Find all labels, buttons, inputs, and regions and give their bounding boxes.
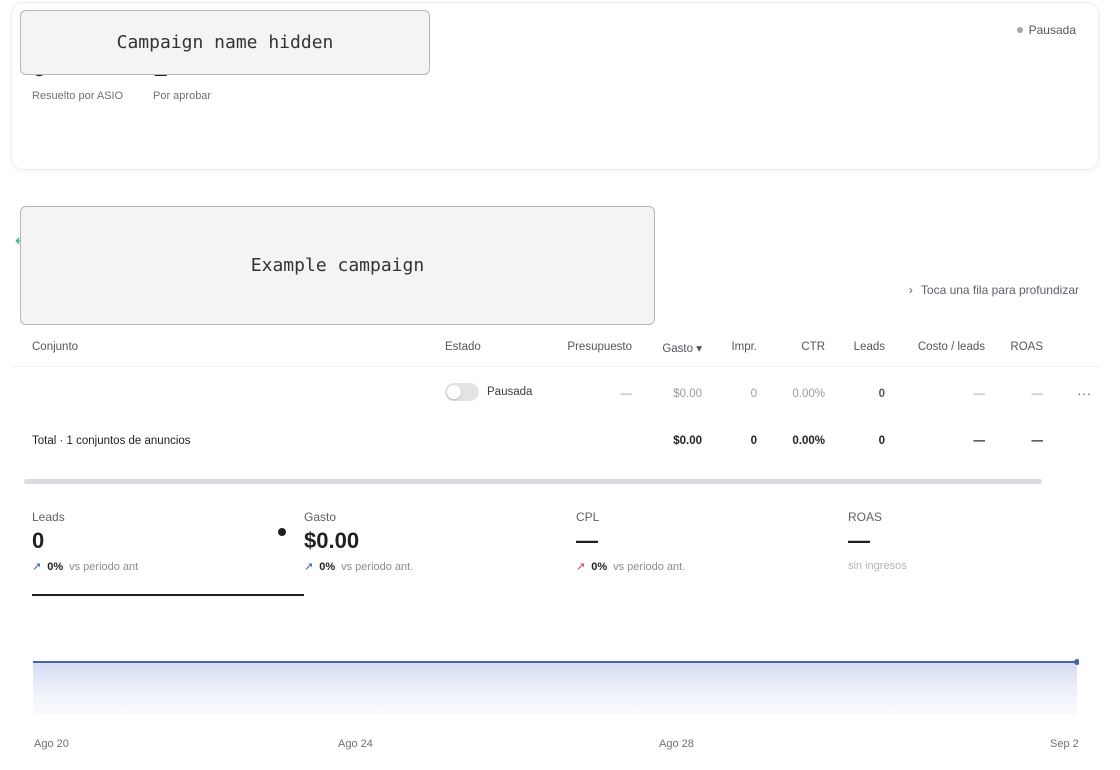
metric-gasto-change-note: vs periodo ant. bbox=[341, 560, 414, 573]
metric-leads-value: 0 bbox=[32, 528, 45, 553]
metric-cpl-title: CPL bbox=[576, 510, 600, 524]
adset-ctr: 0.00% bbox=[792, 388, 825, 400]
metric-leads-change: ↗ 0% vs periodo ant bbox=[32, 560, 292, 574]
campaign-status-badge: Pausada bbox=[1016, 23, 1076, 37]
selected-dot-icon bbox=[278, 528, 286, 536]
row-more-icon[interactable]: ··· bbox=[1077, 385, 1091, 401]
metric-tile-leads[interactable]: Leads 0 ↗ 0% vs periodo ant bbox=[32, 510, 304, 596]
col-gasto[interactable]: Gasto ▾ bbox=[641, 341, 702, 355]
metric-cpl-change: ↗ 0% vs periodo ant. bbox=[576, 560, 836, 574]
col-estado[interactable]: Estado bbox=[445, 341, 481, 353]
metric-roas-note: sin ingresos bbox=[848, 560, 907, 572]
adset-leads: 0 bbox=[878, 388, 885, 400]
total-spend: $0.00 bbox=[673, 435, 702, 447]
table-total-row: Total · 1 conjuntos de anuncios $0.00 0 … bbox=[11, 435, 1101, 455]
trend-up-icon: ↗ bbox=[32, 561, 42, 573]
stat-pending-label: Por aprobar bbox=[153, 90, 212, 102]
metric-cpl-change-note: vs periodo ant. bbox=[613, 560, 686, 573]
adset-roas: — bbox=[1031, 388, 1044, 400]
metric-tile-gasto[interactable]: Gasto $0.00 ↗ 0% vs periodo ant. bbox=[304, 510, 564, 596]
col-roas[interactable]: ROAS bbox=[1001, 341, 1043, 353]
campaign-status-label: Pausada bbox=[1028, 23, 1076, 37]
trend-up-icon: ↗ bbox=[304, 561, 314, 573]
col-impr[interactable]: Impr. bbox=[711, 341, 757, 353]
status-dot-icon bbox=[1016, 27, 1023, 33]
stat-resolved-label: Resuelto por ASIO bbox=[32, 90, 124, 102]
adset-cost-per-lead: — bbox=[973, 388, 986, 400]
total-impressions: 0 bbox=[750, 435, 757, 447]
metric-roas-title: ROAS bbox=[848, 510, 883, 524]
metric-cpl-change-value: 0% bbox=[591, 560, 608, 573]
metric-roas-value: — bbox=[848, 528, 870, 553]
metric-tile-roas[interactable]: ROAS — sin ingresos bbox=[848, 510, 1108, 596]
total-roas: — bbox=[1031, 435, 1044, 447]
table-horizontal-scrollbar[interactable] bbox=[24, 479, 1042, 484]
total-label: Total · 1 conjuntos de anuncios bbox=[32, 435, 191, 447]
metric-leads-change-value: 0% bbox=[47, 560, 64, 573]
adset-status-label: Pausada bbox=[487, 386, 533, 398]
chart-plot-area bbox=[33, 659, 1080, 714]
chevron-right-icon: › bbox=[908, 283, 913, 297]
leads-trend-chart: Ago 20 Ago 24 Ago 28 Sep 2 bbox=[33, 612, 1080, 752]
adset-impressions: 0 bbox=[750, 388, 757, 400]
metric-tile-cpl[interactable]: CPL — ↗ 0% vs periodo ant. bbox=[576, 510, 836, 596]
metric-gasto-change: ↗ 0% vs periodo ant. bbox=[304, 560, 564, 574]
total-leads: 0 bbox=[878, 435, 885, 447]
metric-leads-change-note: vs periodo ant bbox=[69, 560, 139, 573]
total-cost-per-lead: — bbox=[973, 435, 986, 447]
drilldown-hint-label: Toca una fila para profundizar bbox=[920, 283, 1079, 297]
trend-up-icon: ↗ bbox=[576, 561, 586, 573]
leads-area bbox=[33, 662, 1077, 714]
metric-cpl-value: — bbox=[576, 528, 598, 553]
adset-spend: $0.00 bbox=[673, 388, 702, 400]
campaign-name-redaction: Campaign name hidden bbox=[20, 10, 430, 75]
x-tick-label: Ago 24 bbox=[338, 738, 373, 750]
col-conjunto[interactable]: Conjunto bbox=[32, 341, 78, 353]
metric-gasto-change-value: 0% bbox=[319, 560, 336, 573]
adset-status-toggle[interactable] bbox=[445, 383, 479, 401]
metric-gasto-title: Gasto bbox=[304, 510, 337, 524]
x-tick-label: Ago 28 bbox=[659, 738, 694, 750]
col-costo-leads[interactable]: Costo / leads bbox=[901, 341, 985, 353]
metric-leads-title: Leads bbox=[32, 510, 65, 524]
total-ctr: 0.00% bbox=[792, 435, 825, 447]
adset-budget: — bbox=[620, 388, 633, 400]
metrics-strip: Leads 0 ↗ 0% vs periodo ant Gasto $0.00 … bbox=[11, 510, 1101, 600]
table-row[interactable]: Pausada — $0.00 0 0.00% 0 — — ··· bbox=[11, 375, 1101, 417]
table-header: Conjunto Estado Presupuesto Gasto ▾ Impr… bbox=[11, 341, 1101, 367]
col-leads[interactable]: Leads bbox=[835, 341, 885, 353]
x-tick-label: Sep 2 bbox=[1050, 738, 1079, 750]
drilldown-hint: › Toca una fila para profundizar bbox=[909, 283, 1079, 297]
metric-gasto-value: $0.00 bbox=[304, 528, 360, 553]
campaign-title-redaction: Example campaign bbox=[20, 206, 655, 325]
x-tick-label: Ago 20 bbox=[34, 738, 69, 750]
col-presupuesto[interactable]: Presupuesto bbox=[551, 341, 632, 353]
col-ctr[interactable]: CTR bbox=[771, 341, 825, 353]
